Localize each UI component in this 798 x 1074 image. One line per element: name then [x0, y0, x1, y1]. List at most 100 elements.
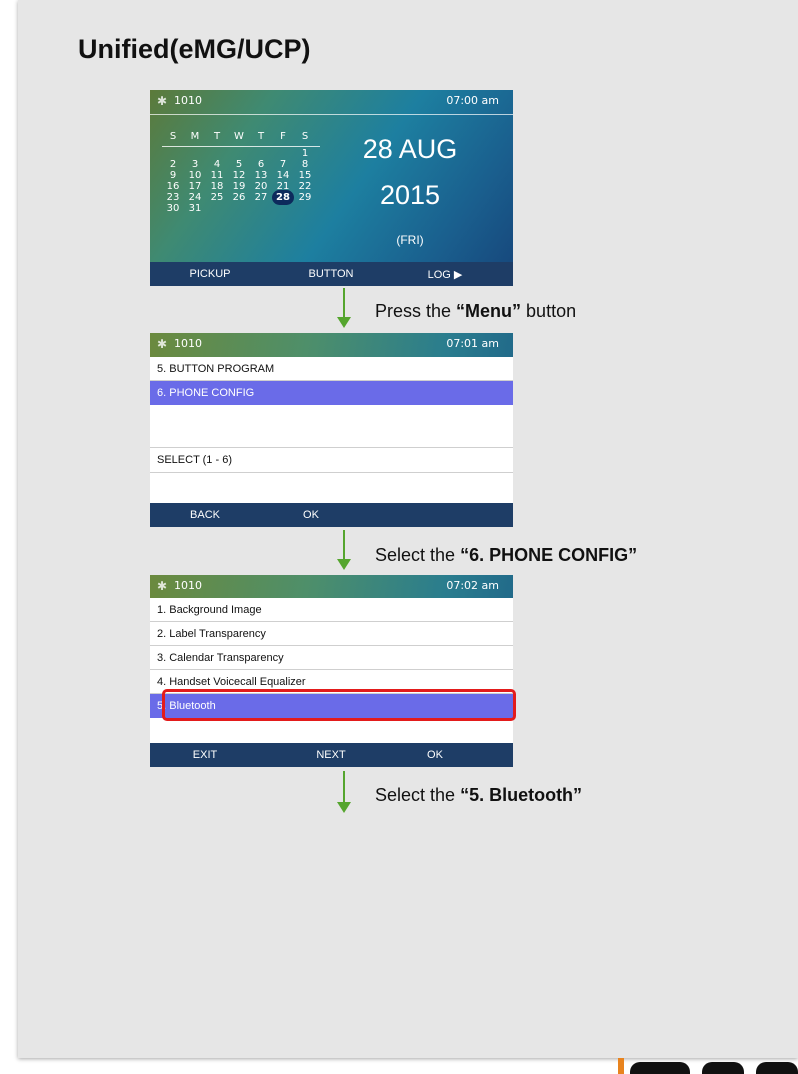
calendar-week: 1	[162, 148, 317, 159]
calendar-day: 20	[254, 181, 268, 192]
bluetooth-icon: ✱	[157, 337, 168, 351]
calendar-weekday: T	[257, 131, 265, 142]
calendar-day: 2	[169, 159, 177, 170]
calendar-day: 3	[191, 159, 199, 170]
down-arrow-icon	[337, 771, 351, 813]
clock-time: 07:00 am	[446, 94, 499, 107]
company-logo	[618, 1058, 798, 1074]
calendar-day: 31	[188, 203, 202, 214]
exit-softkey[interactable]: EXIT	[160, 749, 250, 761]
pickup-softkey[interactable]: PICKUP	[165, 268, 255, 280]
config-menu-list: 1. Background Image 2. Label Transparenc…	[150, 598, 513, 743]
calendar-week: 2 3 4 5 6 7 8	[162, 159, 317, 170]
log-softkey[interactable]: LOG ▶	[400, 268, 490, 281]
calendar-day	[272, 148, 294, 159]
status-bar: ✱ 1010 07:00 am	[150, 90, 513, 112]
year-label: 2015	[379, 180, 441, 210]
calendar-week: 9 10 11 12 13 14 15	[162, 170, 317, 181]
calendar-week: 23 24 25 26 27 28 29	[162, 190, 317, 205]
calendar-day: 10	[188, 170, 202, 181]
calendar-day	[250, 203, 272, 214]
calendar-week: 16 17 18 19 20 21 22	[162, 181, 317, 192]
calendar-day: 1	[301, 148, 309, 159]
menu-item-calendar-transparency[interactable]: 3. Calendar Transparency	[150, 646, 513, 670]
calendar-day	[162, 148, 184, 159]
calendar-day: 30	[166, 203, 180, 214]
phone-idle-screen: ✱ 1010 07:00 am SMTWTFS 1 2 3 4 5 6 7 8 9 10 11 12 1…	[150, 90, 513, 286]
calendar-day: 15	[298, 170, 312, 181]
step-instruction-2: Select the “6. PHONE CONFIG”	[375, 545, 637, 566]
status-bar: ✱ 1010 07:02 am	[150, 575, 513, 597]
calendar-weekday-header: SMTWTFS	[162, 130, 317, 144]
calendar-day: 28	[272, 190, 294, 205]
ok-softkey[interactable]: OK	[266, 509, 356, 521]
next-softkey[interactable]: NEXT	[286, 749, 376, 761]
down-arrow-icon	[337, 288, 351, 328]
button-softkey[interactable]: BUTTON	[286, 268, 376, 280]
menu-item-phone-config[interactable]: 6. PHONE CONFIG	[150, 381, 513, 405]
calendar-day: 6	[257, 159, 265, 170]
calendar-day: 11	[210, 170, 224, 181]
extension-number: 1010	[174, 337, 202, 350]
menu-item-label-transparency[interactable]: 2. Label Transparency	[150, 622, 513, 646]
calendar-weekday: W	[234, 131, 244, 142]
highlight-outline	[162, 689, 516, 721]
menu-item-button-program[interactable]: 5. BUTTON PROGRAM	[150, 357, 513, 381]
calendar-day	[206, 203, 228, 214]
step2-bold: “6. PHONE CONFIG”	[460, 545, 638, 565]
calendar: SMTWTFS 1 2 3 4 5 6 7 8 9 10 11 12 13 14 15 16 17 18 19 20 2…	[162, 130, 320, 214]
calendar-weekday: S	[301, 131, 309, 142]
calendar-day: 17	[188, 181, 202, 192]
calendar-day: 5	[235, 159, 243, 170]
extension-number: 1010	[174, 94, 202, 107]
slide-title: Unified(eMG/UCP)	[78, 34, 311, 64]
menu-item-background-image[interactable]: 1. Background Image	[150, 598, 513, 622]
softkey-bar: EXIT NEXT OK	[150, 743, 513, 767]
calendar-day: 23	[166, 192, 180, 203]
divider	[150, 114, 513, 115]
calendar-day: 8	[301, 159, 309, 170]
calendar-day: 19	[232, 181, 246, 192]
status-bar: ✱ 1010 07:01 am	[150, 333, 513, 355]
calendar-day: 9	[169, 170, 177, 181]
bluetooth-icon: ✱	[157, 579, 168, 593]
step1-bold: “Menu”	[456, 301, 522, 321]
calendar-day: 29	[298, 192, 312, 203]
calendar-weekday: S	[169, 131, 177, 142]
ok-softkey[interactable]: OK	[390, 749, 480, 761]
calendar-day	[184, 148, 206, 159]
calendar-day: 7	[279, 159, 287, 170]
calendar-weekday: T	[213, 131, 221, 142]
bluetooth-icon: ✱	[157, 94, 168, 108]
step3-bold: “5. Bluetooth”	[460, 785, 583, 805]
calendar-day	[228, 148, 250, 159]
calendar-weekday: M	[190, 131, 200, 142]
clock-time: 07:02 am	[446, 579, 499, 592]
softkey-bar: PICKUP BUTTON LOG ▶	[150, 262, 513, 286]
clock-time: 07:01 am	[446, 337, 499, 350]
calendar-day: 18	[210, 181, 224, 192]
calendar-week: 30 31	[162, 203, 317, 214]
back-softkey[interactable]: BACK	[160, 509, 250, 521]
calendar-weekday: F	[280, 131, 286, 142]
calendar-days: 1 2 3 4 5 6 7 8 9 10 11 12 13 14 15 16 17 18 19 20 21 22 23 24 2…	[162, 148, 317, 214]
select-prompt: SELECT (1 - 6)	[150, 447, 513, 473]
calendar-day	[206, 148, 228, 159]
calendar-day: 26	[232, 192, 246, 203]
calendar-divider	[162, 146, 320, 147]
calendar-day: 14	[276, 170, 290, 181]
calendar-day	[272, 203, 294, 214]
weekday-label: (FRI)	[396, 233, 424, 247]
calendar-day	[294, 203, 316, 214]
calendar-day: 27	[254, 192, 268, 203]
date-label: 28 AUG	[362, 134, 458, 164]
calendar-day: 16	[166, 181, 180, 192]
calendar-day	[228, 203, 250, 214]
phone-config-screen: ✱ 1010 07:02 am 1. Background Image 2. L…	[150, 575, 513, 767]
softkey-bar: BACK OK	[150, 503, 513, 527]
calendar-day: 25	[210, 192, 224, 203]
extension-number: 1010	[174, 579, 202, 592]
phone-menu-screen: ✱ 1010 07:01 am 5. BUTTON PROGRAM 6. PHO…	[150, 333, 513, 527]
calendar-day	[250, 148, 272, 159]
menu-list: 5. BUTTON PROGRAM 6. PHONE CONFIG SELECT…	[150, 357, 513, 503]
